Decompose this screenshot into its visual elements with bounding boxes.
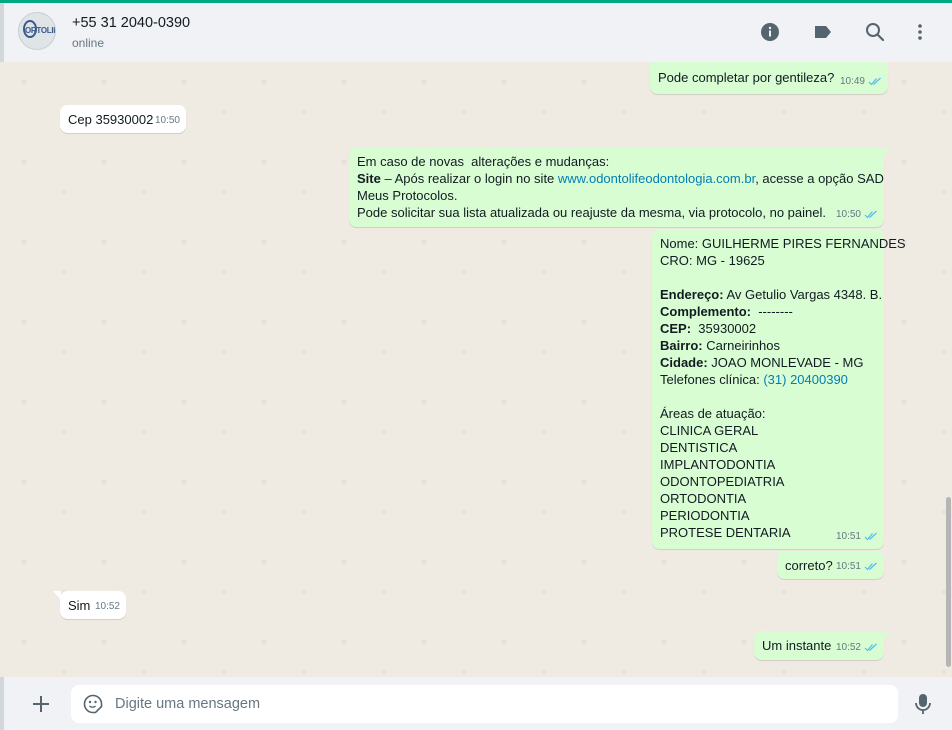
message-text: Telefones clínica:: [660, 372, 764, 387]
message-time: 10:52: [94, 601, 120, 612]
bubble-tail: [883, 631, 891, 640]
message-line: Endereço: Av Getulio Vargas 4348. B.: [660, 286, 882, 303]
sticker-icon[interactable]: [83, 694, 103, 714]
message-bubble-outgoing[interactable]: correto? 10:51: [777, 551, 884, 579]
message-meta: 10:52: [836, 639, 878, 656]
message-line: Áreas de atuação:: [660, 406, 766, 421]
bold-text: CEP:: [660, 321, 692, 336]
label-icon[interactable]: [811, 20, 835, 44]
read-ticks-icon: [868, 77, 881, 86]
message-line: Meus Protocolos.: [357, 188, 458, 203]
message-line: Bairro: Carneirinhos: [660, 337, 876, 354]
message-line: ORTODONTIA: [660, 491, 747, 506]
read-ticks-icon: [864, 210, 877, 219]
message-line: CRO: MG - 19625: [660, 253, 765, 268]
message-meta: 10:51: [836, 558, 878, 575]
message-line: Pode solicitar sua lista atualizada ou r…: [357, 205, 826, 220]
message-text: --------: [751, 304, 793, 319]
message-bubble-incoming[interactable]: Sim 10:52: [53, 591, 126, 619]
message-time: 10:51: [835, 561, 861, 572]
message-line: Site – Após realizar o login no site www…: [357, 170, 884, 187]
message-line: CLINICA GERAL: [660, 423, 759, 438]
message-meta: 10:49: [840, 73, 882, 90]
message-time: 10:52: [835, 642, 861, 653]
bold-text: Complemento:: [660, 304, 751, 319]
message-time: 10:50: [835, 209, 861, 220]
mic-icon[interactable]: [912, 692, 934, 716]
message-line: CEP: 35930002: [660, 320, 876, 337]
message-meta: 10:52: [95, 598, 120, 615]
message-line: ODONTOPEDIATRIA: [660, 474, 785, 489]
message-line: PERIODONTIA: [660, 508, 750, 523]
message-line: [660, 269, 876, 286]
search-icon[interactable]: [863, 20, 887, 44]
message-line: [660, 388, 876, 405]
bold-text: Endereço:: [660, 287, 724, 302]
message-text: Carneirinhos: [702, 338, 780, 353]
contact-status: online: [72, 36, 105, 50]
message-meta: 10:50: [836, 206, 878, 223]
contact-name[interactable]: +55 31 2040-0390: [72, 15, 190, 31]
message-line: IMPLANTODONTIA: [660, 457, 776, 472]
message-line: Complemento: --------: [660, 303, 876, 320]
avatar-logo-text: ORTOLIFE: [25, 26, 55, 35]
phone-link[interactable]: (31) 20400390: [763, 372, 848, 387]
chat-header: ORTOLIFE +55 31 2040-0390 online: [0, 3, 952, 62]
message-input[interactable]: [115, 685, 885, 723]
message-text: 35930002: [691, 321, 757, 336]
plus-icon[interactable]: [30, 693, 52, 715]
message-meta: 10:51: [836, 528, 878, 545]
message-line: Em caso de novas alterações e mudanças:: [357, 154, 610, 169]
bold-text: Site: [357, 171, 381, 186]
message-time: 10:51: [835, 531, 861, 542]
site-link[interactable]: www.odontolifeodontologia.com.br: [558, 171, 755, 186]
message-bubble-outgoing[interactable]: Pode completar por gentileza? 10:49: [650, 62, 888, 94]
read-ticks-icon: [864, 562, 877, 571]
message-text: JOAO MONLEVADE - MG: [707, 355, 864, 370]
bold-text: Bairro:: [660, 338, 703, 353]
message-text: Av Getulio Vargas 4348. B.: [723, 287, 883, 302]
message-text: – Após realizar o login no site: [380, 171, 558, 186]
contact-avatar[interactable]: ORTOLIFE: [18, 12, 56, 50]
scrollbar-thumb[interactable]: [946, 497, 951, 667]
message-input-box[interactable]: [71, 685, 898, 723]
message-composer: [0, 677, 952, 730]
message-line: Nome: GUILHERME PIRES FERNANDES: [660, 236, 906, 251]
menu-icon[interactable]: [908, 20, 932, 44]
message-line: Cidade: JOAO MONLEVADE - MG: [660, 354, 876, 371]
message-line: Telefones clínica: (31) 20400390: [660, 371, 876, 388]
message-line: DENTISTICA: [660, 440, 738, 455]
info-icon[interactable]: [758, 20, 782, 44]
message-bubble-outgoing[interactable]: Em caso de novas alterações e mudanças: …: [349, 147, 891, 227]
bubble-tail: [53, 591, 61, 600]
message-time: 10:49: [839, 76, 865, 87]
message-time: 10:50: [154, 115, 180, 126]
message-text: , acesse a opção SAD: [755, 171, 884, 186]
message-bubble-outgoing[interactable]: Um instante 10:52: [754, 631, 891, 660]
message-meta: 10:50: [155, 112, 180, 129]
message-bubble-incoming[interactable]: Cep 35930002 10:50: [60, 105, 186, 133]
read-ticks-icon: [864, 532, 877, 541]
message-bubble-outgoing[interactable]: Nome: GUILHERME PIRES FERNANDES CRO: MG …: [652, 229, 906, 549]
bubble-tail: [883, 147, 891, 156]
read-ticks-icon: [864, 643, 877, 652]
bold-text: Cidade:: [660, 355, 708, 370]
chat-scrollbar[interactable]: [944, 62, 952, 677]
chat-area[interactable]: Pode completar por gentileza? 10:49 Cep …: [4, 62, 952, 677]
